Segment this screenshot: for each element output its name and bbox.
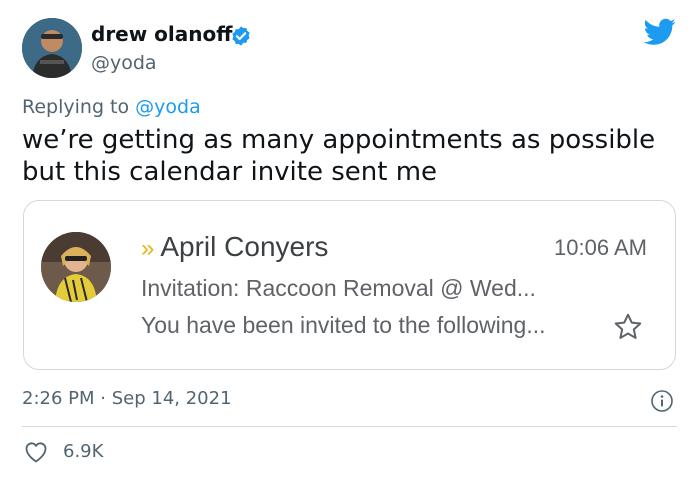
verified-badge-icon (232, 26, 250, 46)
info-icon[interactable] (650, 389, 674, 413)
reply-context: Replying to @yoda (22, 96, 201, 118)
sender-name: April Conyers (160, 231, 329, 262)
reply-prefix: Replying to (22, 96, 130, 118)
tweet-time: 2:26 PM (22, 388, 95, 409)
author-name[interactable]: drew olanoff (91, 22, 232, 46)
tweet-text: we’re getting as many appointments as po… (22, 125, 656, 187)
tweet-date: Sep 14, 2021 (111, 388, 232, 409)
reply-mention-link[interactable]: @yoda (135, 96, 201, 118)
author-handle[interactable]: @yoda (91, 52, 157, 74)
importance-marker-icon: » (141, 235, 155, 262)
email-subject: Invitation: Raccoon Removal @ Wed... (141, 275, 536, 301)
timestamp-separator: · (100, 388, 106, 409)
twitter-bird-icon[interactable] (644, 18, 676, 46)
attached-email-screenshot[interactable]: » April Conyers 10:06 AM Invitation: Racc… (23, 200, 676, 370)
like-count[interactable]: 6.9K (63, 441, 103, 462)
heart-outline-icon[interactable] (24, 441, 48, 463)
author-avatar[interactable] (22, 18, 82, 78)
email-snippet: You have been invited to the following..… (141, 312, 546, 338)
star-outline-icon (614, 313, 642, 339)
divider (22, 426, 677, 427)
sender-avatar (41, 232, 111, 302)
sender-line: » April Conyers (141, 231, 328, 263)
tweet-timestamp[interactable]: 2:26 PM · Sep 14, 2021 (22, 388, 232, 409)
email-time: 10:06 AM (554, 235, 647, 260)
